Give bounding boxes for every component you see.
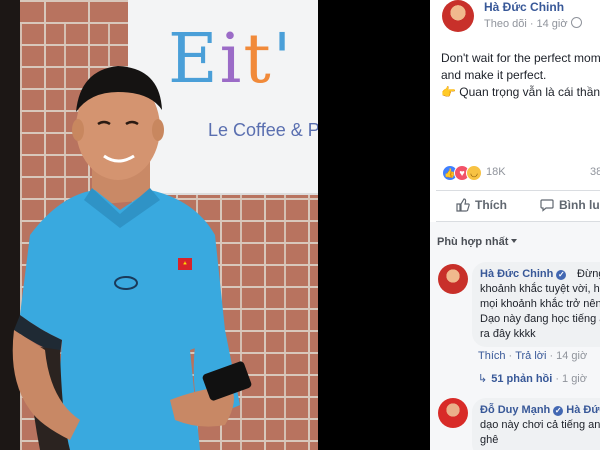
divider [436,190,600,191]
post-time[interactable]: 14 giờ [536,18,567,30]
comment-sort-dropdown[interactable]: Phù hợp nhất [437,236,518,248]
post-header: Hà Đức Chinh Theo dõi · 14 giờ [442,0,600,36]
reply-arrow-icon: ↳ [478,373,488,385]
commenter-avatar[interactable] [438,398,468,428]
comment-text-line: Đừng [577,268,600,280]
comment-text-line: mọi khoảnh khắc trở nên [480,298,600,310]
comment-author[interactable]: Hà Đức Chinh ✓ [480,268,569,280]
comment-button-label: Bình lu [559,198,600,212]
post-text-line: Don't wait for the perfect mom [441,51,600,65]
comment-like-link[interactable]: Thích [478,350,506,362]
comment-bubble: Đỗ Duy Mạnh✓Hà Đức dạo này chơi cả tiếng… [472,398,600,450]
comment-sort-label: Phù hợp nhất [437,236,509,248]
post-text-line: and make it perfect. [441,68,547,82]
verified-badge-icon: ✓ [553,406,564,416]
comment-reply-link[interactable]: Trả lời [515,350,546,362]
comment-bubble: Hà Đức Chinh✓ Đừng khoảnh khắc tuyệt vời… [472,262,600,347]
comment-text-line: khoảnh khắc tuyệt vời, h [480,283,600,295]
post-actions: Thích Bình lu [430,193,600,221]
reaction-summary[interactable]: 👍 ♥ ◡ 18K 389 b [442,163,600,183]
comment-actions: Thích · Trả lời · 14 giờ [478,350,588,362]
comments-section: Phù hợp nhất Hà Đức Chinh✓ Đừng khoảnh k… [430,222,600,450]
post-text-line: 👉 Quan trọng vẫn là cái thần [441,85,600,99]
comment-text-line: ra đây kkkk [480,328,536,340]
comment-time[interactable]: 14 giờ [556,350,587,362]
comment-author[interactable]: Đỗ Duy Mạnh✓Hà Đức [480,404,600,416]
view-replies-link[interactable]: ↳ 51 phản hồi · 1 giờ [478,372,587,385]
comment-text-line: ghê [480,434,499,446]
comment-mention[interactable]: Hà Đức [566,404,600,416]
like-button[interactable]: Thích [456,198,507,212]
comment-count[interactable]: 389 b [590,166,600,178]
post-meta: Theo dõi · 14 giờ [484,17,582,30]
replies-time: 1 giờ [562,373,587,385]
facebook-post-panel: Hà Đức Chinh Theo dõi · 14 giờ Don't wait … [430,0,600,450]
reaction-count[interactable]: 18K [486,166,506,178]
globe-icon [570,17,582,28]
post-photo[interactable]: Eit' Le Coffee & Pa [0,0,318,450]
commenter-avatar[interactable] [438,264,468,294]
like-button-label: Thích [475,198,507,212]
haha-reaction-icon: ◡ [466,165,482,181]
caret-down-icon [511,239,518,243]
thumbs-up-icon [456,198,470,212]
comment-text-line: Dạo này đang học tiếng a [480,313,600,325]
player-figure [12,66,252,450]
follow-link[interactable]: Theo dõi [484,18,527,30]
comment-text-line: dạo này chơi cả tiếng an [480,419,600,431]
comment-bubble-icon [540,199,554,212]
replies-count: 51 phản hồi [491,373,553,385]
comment-button[interactable]: Bình lu [540,198,600,212]
post-text: Don't wait for the perfect mom and make … [441,50,600,101]
author-avatar[interactable] [442,0,474,32]
verified-badge-icon: ✓ [556,270,567,280]
post-author-name[interactable]: Hà Đức Chinh [484,0,564,14]
